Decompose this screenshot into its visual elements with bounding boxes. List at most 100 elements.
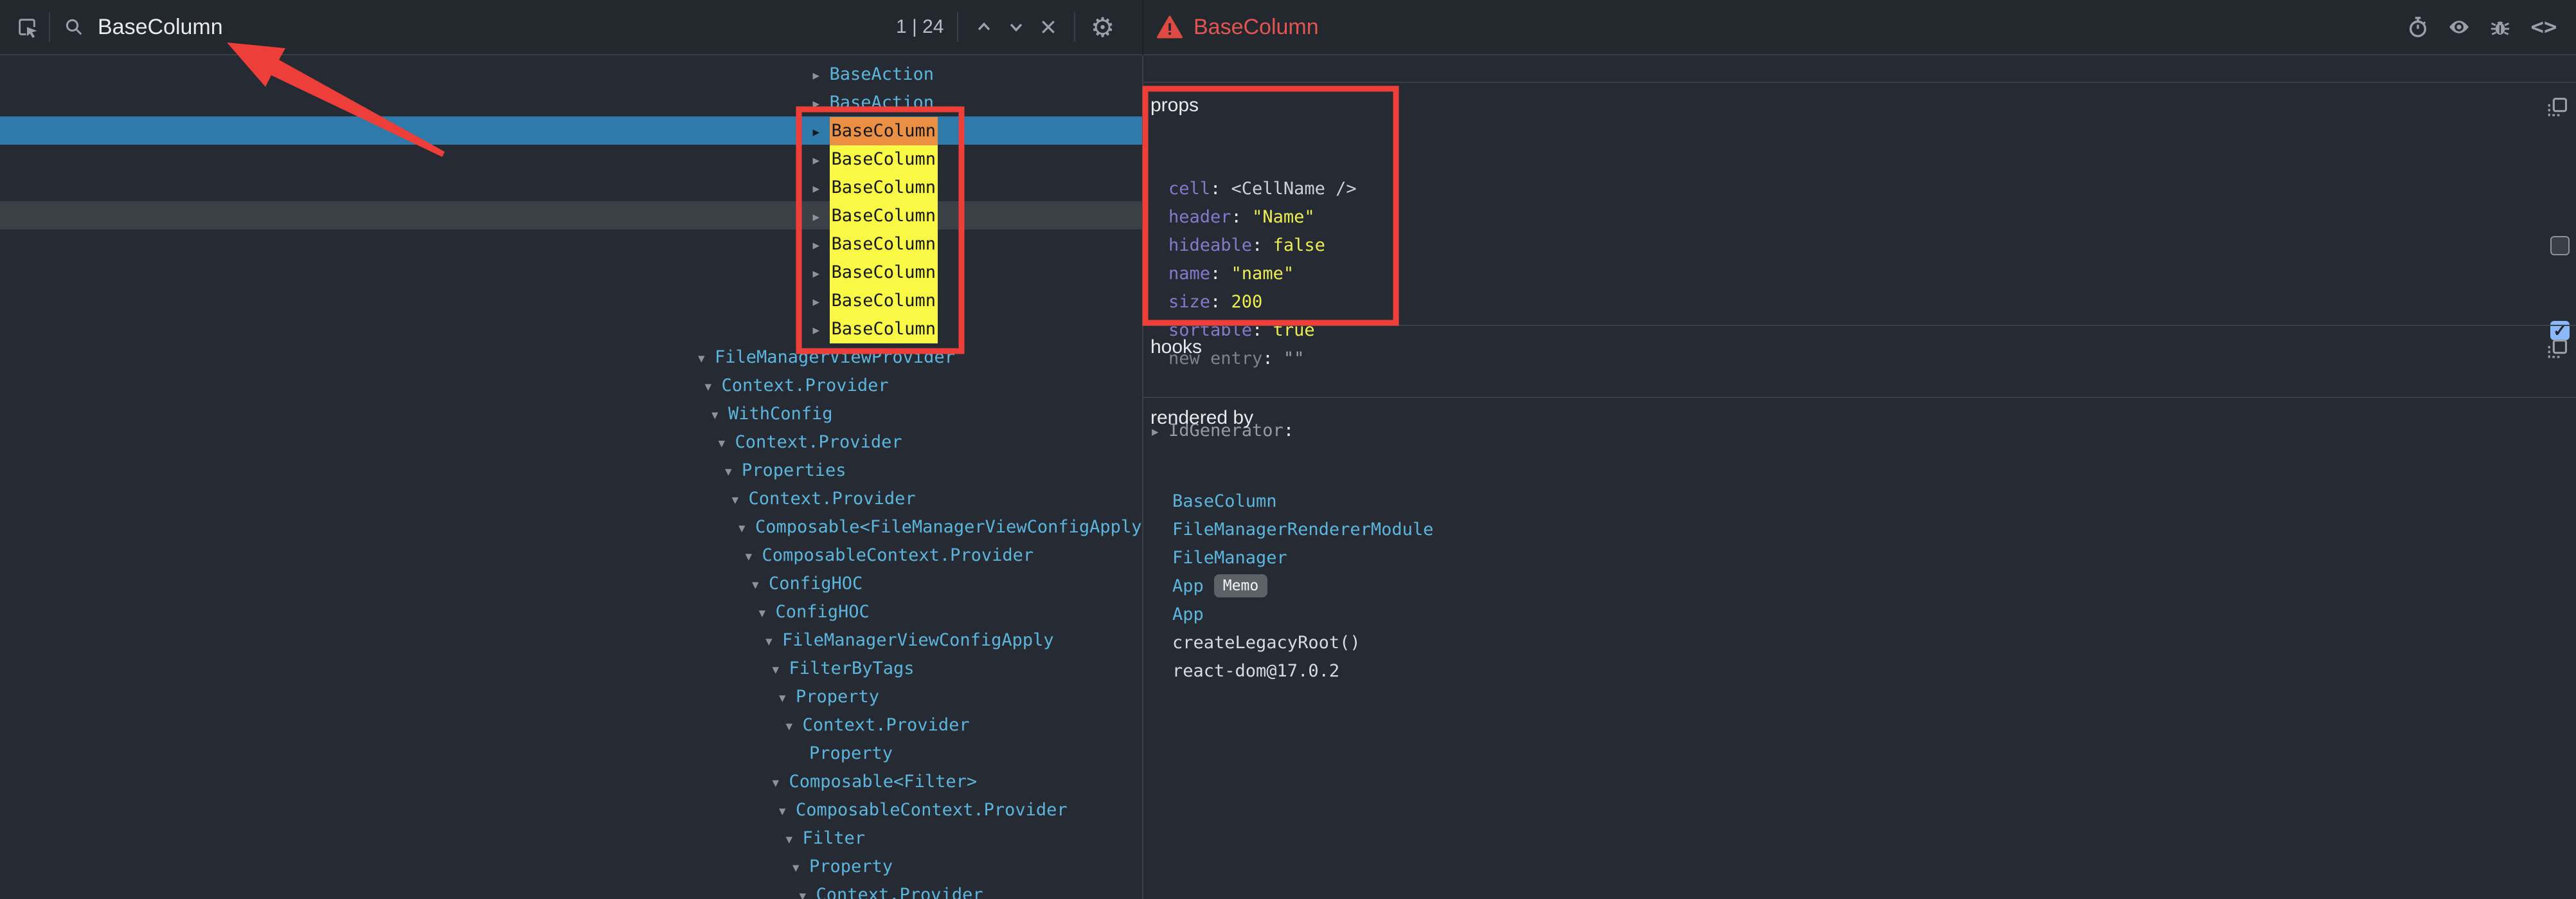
prop-value[interactable]: "" [1284,349,1305,368]
gear-icon[interactable]: ⚙ [1088,12,1118,42]
tree-row[interactable]: ▾Properties [0,456,1142,484]
prop-checkbox-hideable[interactable] [2550,236,2570,255]
tree-row[interactable]: ▾Context.Provider [0,371,1142,399]
tree-row[interactable]: ▾Composable<FileManagerViewConfigApply> [0,513,1142,541]
rendered-by-row: BaseColumn [1172,487,1433,516]
rendered-by-list: BaseColumn FileManagerRendererModule FileM… [1172,487,1433,686]
tree-row[interactable]: ▸BaseColumn [0,173,1142,201]
caret-right-icon[interactable]: ▸ [813,61,830,89]
tree-row[interactable]: ▾Context.Provider [0,428,1142,456]
prop-value[interactable]: true [1273,320,1315,340]
caret-right-icon[interactable]: ▸ [813,203,830,231]
caret-down-icon[interactable]: ▾ [779,684,796,712]
caret-down-icon[interactable]: ▾ [773,655,789,684]
owner-link[interactable]: FileManager [1172,548,1287,568]
close-icon[interactable] [1034,13,1062,41]
caret-right-icon[interactable]: ▸ [813,89,830,118]
caret-right-icon[interactable]: ▸ [813,316,830,344]
search-input[interactable] [96,14,896,41]
prop-value[interactable]: 200 [1231,292,1263,312]
caret-down-icon[interactable]: ▾ [711,401,728,429]
prop-checkbox-sortable[interactable]: ✓ [2550,321,2570,340]
tree-row[interactable]: ▾ComposableContext.Provider [0,541,1142,569]
tree-row[interactable]: ▾FileManagerViewConfigApply [0,626,1142,654]
prop-value[interactable]: "name" [1231,264,1294,284]
prop-value[interactable]: <CellName /> [1231,179,1357,199]
tree-row[interactable]: ▸BaseColumn [0,201,1142,230]
tree-row[interactable]: ▸BaseColumn [0,258,1142,286]
prop-row[interactable]: size: 200 [1168,288,1357,316]
tree-row[interactable]: ▾ComposableContext.Provider [0,795,1142,824]
tree-row[interactable]: ▸BaseAction [0,60,1142,88]
caret-down-icon[interactable]: ▾ [773,768,789,797]
caret-down-icon[interactable]: ▾ [786,712,803,740]
caret-down-icon[interactable]: ▾ [719,429,735,457]
caret-down-icon[interactable]: ▾ [786,825,803,853]
caret-down-icon[interactable]: ▾ [792,853,809,882]
prop-row[interactable]: name: "name" [1168,260,1357,288]
caret-down-icon[interactable]: ▾ [698,344,715,372]
tree-row[interactable]: ▾FilterByTags [0,654,1142,682]
caret-down-icon[interactable]: ▾ [746,542,762,570]
copy-icon[interactable] [2546,96,2568,118]
component-name: FilterByTags [789,658,915,678]
prop-row[interactable]: hideable: false [1168,232,1357,260]
component-name: Property [796,687,879,707]
tree-row[interactable]: ▾ConfigHOC [0,597,1142,626]
caret-right-icon[interactable]: ▸ [813,287,830,316]
tree-row[interactable]: ▸BaseAction [0,88,1142,116]
owner-link[interactable]: FileManagerRendererModule [1172,520,1433,540]
tree-row[interactable]: Property [0,739,1142,767]
tree-row[interactable]: ▾Property [0,852,1142,880]
code-brackets-icon[interactable]: <> [2526,12,2562,42]
caret-down-icon[interactable]: ▾ [738,514,755,542]
caret-down-icon[interactable]: ▾ [779,797,796,825]
prop-value[interactable]: "Name" [1252,207,1315,227]
caret-down-icon[interactable]: ▾ [759,599,776,627]
tree-row[interactable]: ▾ConfigHOC [0,569,1142,597]
bug-icon[interactable] [2485,12,2516,42]
caret-down-icon[interactable]: ▾ [800,882,816,899]
divider [1143,397,2576,398]
chevron-up-icon[interactable] [970,13,998,41]
caret-down-icon[interactable]: ▾ [732,486,749,514]
caret-right-icon[interactable]: ▸ [813,146,830,174]
tree-row[interactable]: ▸BaseColumn [0,116,1142,145]
tree-row[interactable]: ▾Property [0,682,1142,711]
tree-row[interactable]: ▾Composable<Filter> [0,767,1142,795]
tree-row[interactable]: ▸BaseColumn [0,314,1142,343]
owner-link[interactable]: BaseColumn [1172,491,1277,511]
tree-row[interactable]: ▸BaseColumn [0,145,1142,173]
props-section-label: props [1150,91,1199,120]
owner-link[interactable]: App [1172,576,1204,596]
caret-right-icon[interactable]: ▸ [813,118,830,146]
inspect-element-icon[interactable] [14,14,40,40]
tree-row[interactable]: ▸BaseColumn [0,230,1142,258]
copy-icon[interactable] [2546,338,2568,360]
owner-link[interactable]: App [1172,604,1204,624]
eye-icon[interactable] [2444,12,2474,42]
caret-down-icon[interactable]: ▾ [725,457,742,486]
prop-row[interactable]: cell: <CellName /> [1168,175,1357,203]
caret-right-icon[interactable]: ▸ [813,231,830,259]
tree-row[interactable]: ▾WithConfig [0,399,1142,428]
caret-right-icon[interactable]: ▸ [813,259,830,287]
tree-row[interactable]: ▾Context.Provider [0,711,1142,739]
chevron-down-icon[interactable] [1002,13,1030,41]
prop-row[interactable]: header: "Name" [1168,203,1357,232]
tree-row[interactable]: ▸BaseColumn [0,286,1142,314]
prop-value[interactable]: false [1273,235,1325,255]
caret-right-icon[interactable]: ▸ [813,174,830,203]
tree-row[interactable]: ▾Filter [0,824,1142,852]
tree-row[interactable]: ▾Context.Provider [0,484,1142,513]
tree-row[interactable]: ▾FileManagerViewProvider [0,343,1142,371]
component-name: FileManagerViewProvider [715,347,955,367]
stopwatch-icon[interactable] [2402,12,2433,42]
components-toolbar: 1 | 24 ⚙ [0,0,1142,55]
caret-down-icon[interactable]: ▾ [765,627,782,655]
tree-row[interactable]: ▾Context.Provider [0,880,1142,899]
prop-key: name [1168,264,1210,284]
component-name: Context.Provider [803,715,970,735]
caret-down-icon[interactable]: ▾ [705,372,722,401]
caret-down-icon[interactable]: ▾ [752,570,769,599]
